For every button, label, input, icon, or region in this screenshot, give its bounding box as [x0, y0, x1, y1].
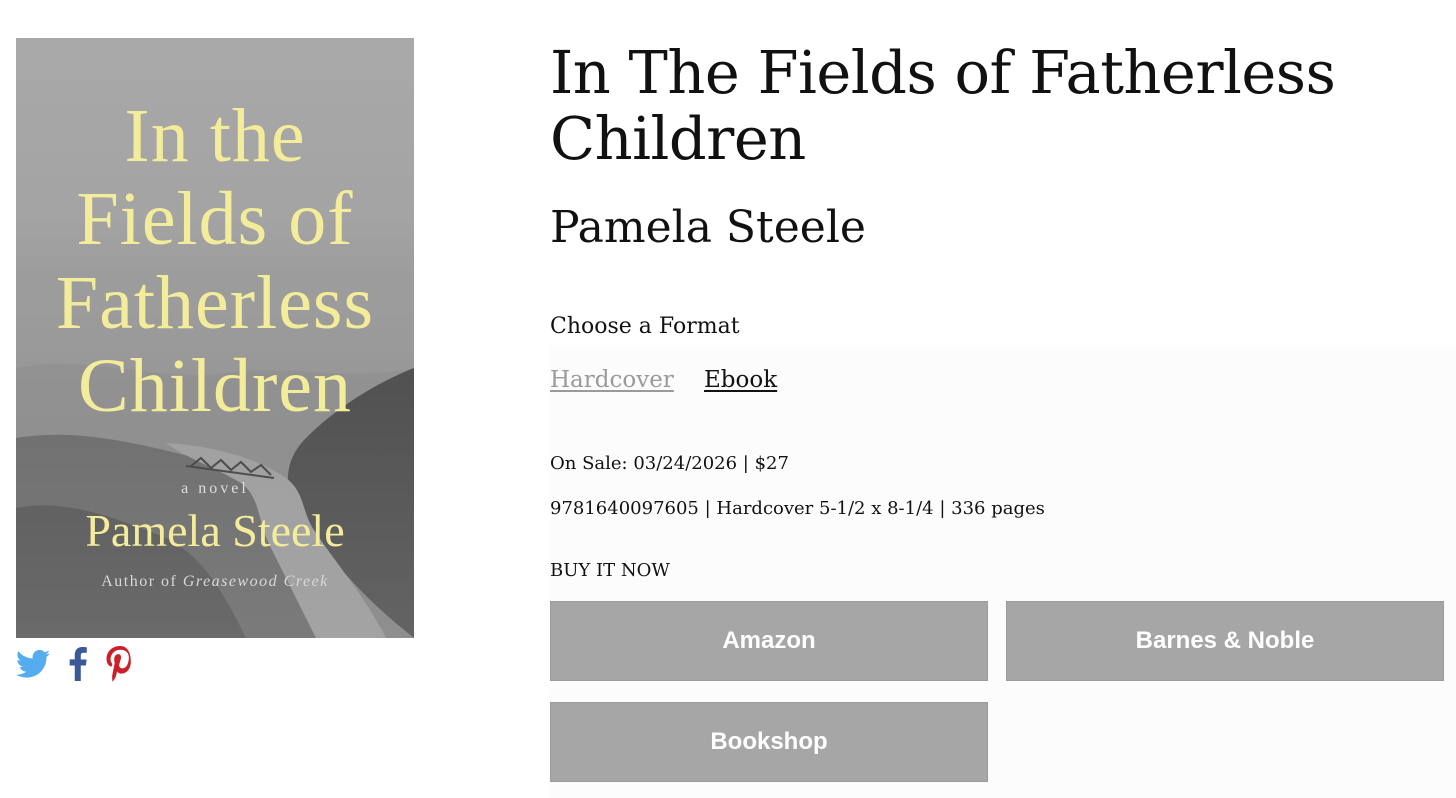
social-share-bar [16, 646, 134, 686]
pinterest-icon[interactable] [106, 646, 134, 686]
book-details-info: 9781640097605 | Hardcover 5-1/2 x 8-1/4 … [550, 498, 1045, 519]
cover-novel-label: a novel [181, 480, 249, 497]
cover-title-line: Children [78, 344, 352, 428]
book-title: In The Fields of Fatherless Children [550, 38, 1336, 173]
twitter-icon[interactable] [16, 649, 50, 683]
bookshop-button[interactable]: Bookshop [550, 702, 988, 782]
buy-it-now-heading: BUY IT NOW [550, 560, 670, 581]
book-cover: In the Fields of Fatherless Children a n… [16, 38, 414, 638]
cover-author: Pamela Steele [85, 505, 345, 556]
choose-format-label: Choose a Format [550, 314, 740, 339]
format-option-hardcover[interactable]: Hardcover [550, 364, 674, 396]
barnes-and-noble-button[interactable]: Barnes & Noble [1006, 601, 1444, 681]
cover-title-line: In the [124, 94, 306, 178]
cover-title-line: Fatherless [55, 261, 375, 345]
on-sale-info: On Sale: 03/24/2026 | $27 [550, 453, 789, 474]
book-author: Pamela Steele [550, 202, 866, 253]
amazon-button[interactable]: Amazon [550, 601, 988, 681]
format-option-ebook[interactable]: Ebook [704, 364, 777, 396]
cover-author-of: Author of Greasewood Creek [16, 573, 414, 591]
cover-title-line: Fields of [76, 177, 354, 261]
author-of-prefix: Author of [101, 573, 178, 590]
previous-title: Greasewood Creek [182, 573, 329, 590]
facebook-icon[interactable] [68, 647, 88, 685]
